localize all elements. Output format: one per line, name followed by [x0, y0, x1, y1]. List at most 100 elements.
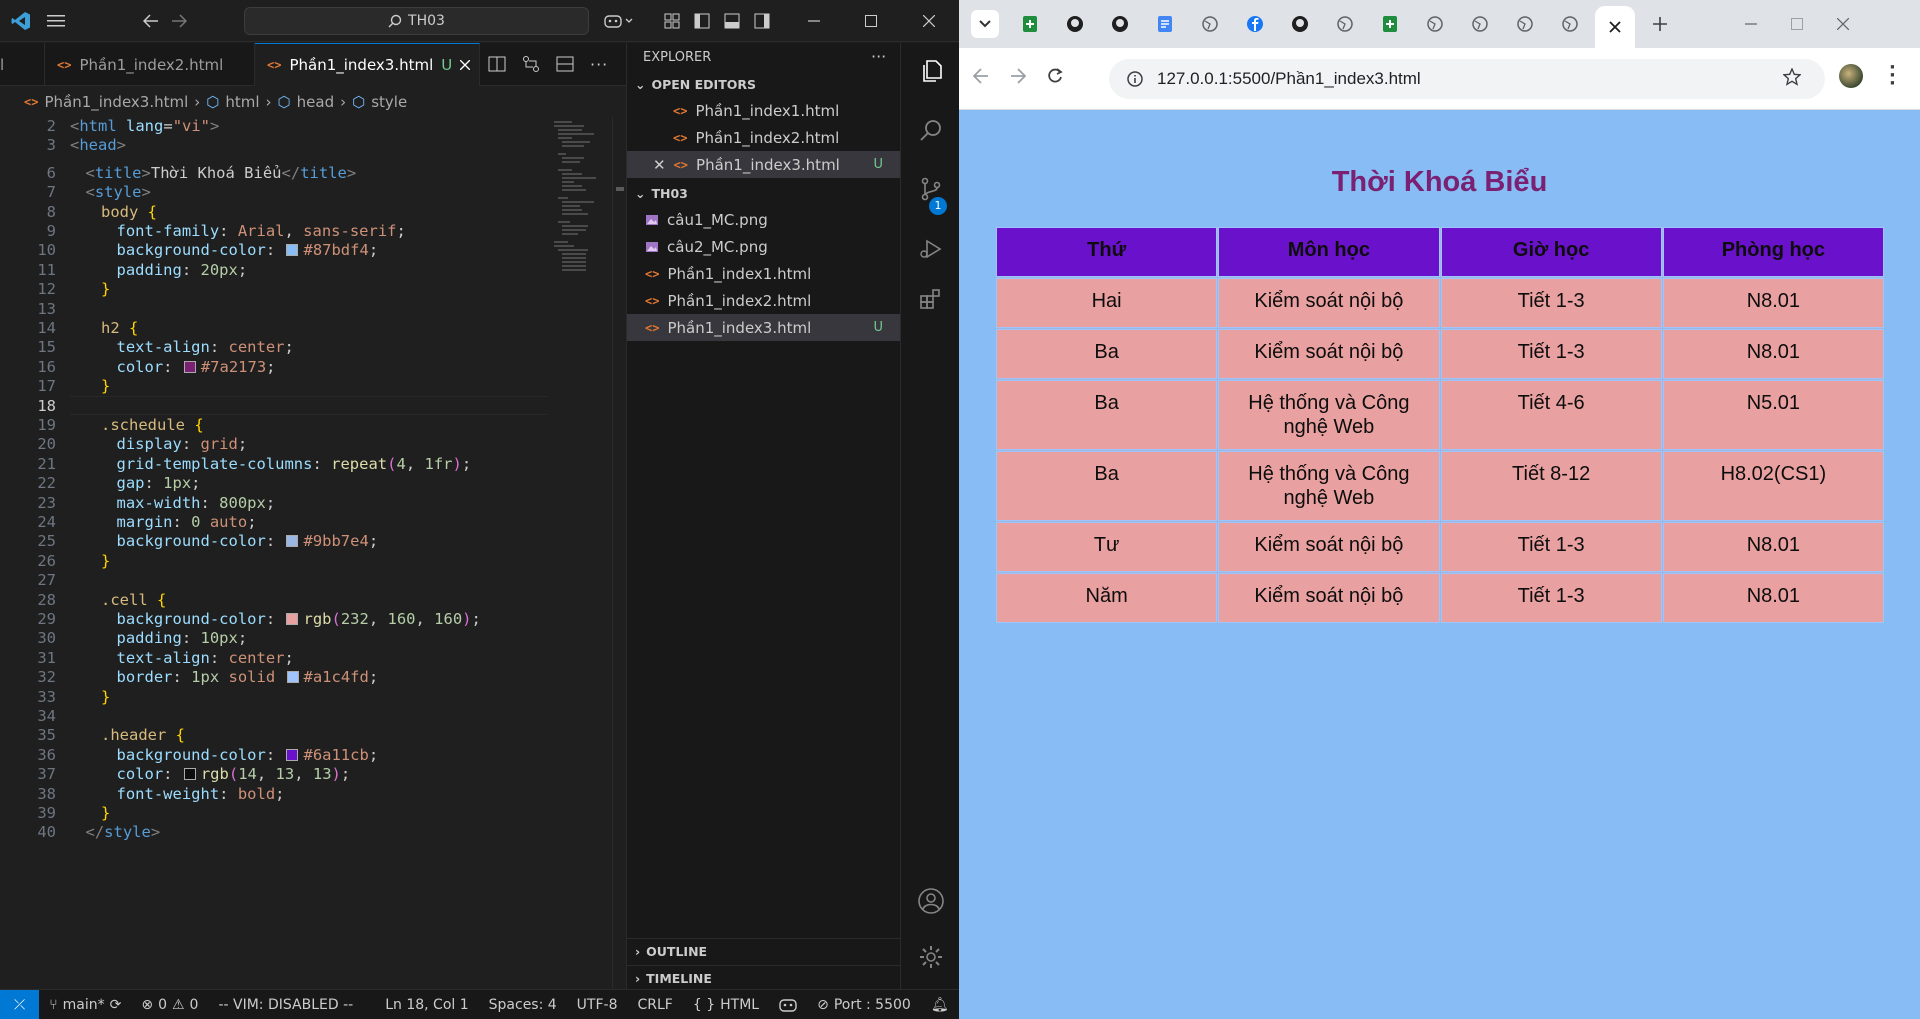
code-line: text-align: center; [116, 648, 294, 667]
forward-arrow-icon[interactable] [168, 10, 190, 32]
tab-sheets-icon[interactable] [1378, 12, 1402, 36]
toggle-primary-sidebar-icon[interactable] [691, 10, 713, 32]
minimize-icon[interactable] [1739, 12, 1763, 36]
tab-docs-icon[interactable] [1153, 12, 1177, 36]
tab-globe-icon[interactable] [1198, 12, 1222, 36]
explorer-icon[interactable] [915, 55, 947, 87]
color-swatch[interactable] [286, 748, 299, 761]
open-changes-icon[interactable] [522, 55, 540, 73]
command-center-label: TH03 [408, 13, 445, 29]
file-item[interactable]: <> Phần1_index2.html [627, 287, 901, 314]
color-swatch[interactable] [286, 613, 299, 625]
tab-close-icon[interactable] [460, 60, 471, 70]
tab-globe-icon[interactable] [1423, 12, 1447, 36]
active-tab[interactable] [1595, 6, 1635, 48]
extensions-icon[interactable] [915, 283, 947, 315]
end-of-line[interactable]: CRLF [627, 997, 682, 1013]
folder-section[interactable]: ⌄ TH03 [627, 180, 901, 206]
run-debug-icon[interactable] [915, 233, 947, 265]
breadcrumb-file[interactable]: Phần1_index3.html [44, 93, 188, 111]
breadcrumb-head[interactable]: head [297, 93, 334, 111]
code-editor[interactable]: 2 <html lang="vi"> 3 <head> 6 <title>Thời Kho… [0, 117, 548, 989]
line-number: 33 [37, 687, 56, 706]
close-icon[interactable] [1831, 12, 1855, 36]
address-bar[interactable]: 127.0.0.1:5500/Phần1_index3.html [1109, 59, 1825, 99]
tab-globe-icon[interactable] [1513, 12, 1537, 36]
maximize-icon[interactable] [1785, 12, 1809, 36]
open-editor-item[interactable]: <> Phần1_index2.html [627, 124, 901, 151]
command-center[interactable]: TH03 [244, 7, 589, 35]
copilot-status-icon[interactable] [769, 998, 807, 1012]
file-item[interactable]: câu1_MC.png [627, 206, 901, 233]
notifications-bell-icon[interactable]: 🔔︎ [921, 997, 959, 1013]
branch-indicator[interactable]: ⑂ main* ⟳ [39, 997, 131, 1013]
open-preview-icon[interactable] [488, 55, 506, 73]
account-icon[interactable] [915, 885, 947, 917]
settings-gear-icon[interactable] [915, 941, 947, 973]
breadcrumb-html[interactable]: html [225, 93, 259, 111]
search-icon[interactable] [915, 115, 947, 147]
tab-index2[interactable]: <> Phần1_index2.html [45, 43, 255, 86]
line-number: 22 [37, 474, 56, 493]
color-swatch[interactable] [183, 768, 196, 781]
tab-close-icon[interactable] [1609, 21, 1621, 33]
tab-sheets-icon[interactable] [1018, 12, 1042, 36]
error-icon: ⊗ [141, 996, 154, 1013]
breadcrumb-style[interactable]: style [371, 93, 407, 111]
new-tab-icon[interactable] [1648, 12, 1672, 36]
tab-facebook-icon[interactable] [1243, 12, 1267, 36]
site-info-icon[interactable] [1127, 71, 1143, 87]
close-icon[interactable] [918, 10, 940, 32]
reload-icon[interactable] [1047, 68, 1063, 84]
menu-icon[interactable] [45, 10, 67, 32]
close-editor-icon[interactable]: ✕ [653, 156, 666, 174]
back-arrow-icon[interactable] [140, 10, 162, 32]
profile-avatar[interactable] [1839, 64, 1863, 88]
file-item[interactable]: <> Phần1_index1.html [627, 260, 901, 287]
language-mode[interactable]: { } HTML [683, 997, 769, 1013]
outline-section[interactable]: › OUTLINE [627, 938, 901, 964]
cursor-position[interactable]: Ln 18, Col 1 [375, 997, 478, 1013]
remote-indicator[interactable]: ⤫ [0, 989, 40, 1019]
open-editor-item-active[interactable]: ✕ <> Phần1_index3.html U [627, 151, 901, 178]
live-server-port[interactable]: ⊘ Port : 5500 [807, 997, 921, 1013]
line-number: 24 [37, 513, 56, 531]
tab-github-icon[interactable] [1288, 12, 1312, 36]
tab-github-icon[interactable] [1063, 12, 1087, 36]
tab-overflow[interactable]: l [0, 43, 45, 86]
timeline-section[interactable]: › TIMELINE [627, 965, 901, 991]
file-item[interactable]: câu2_MC.png [627, 233, 901, 260]
chrome-menu-icon[interactable]: · · · [1889, 59, 1896, 93]
maximize-icon[interactable] [860, 10, 882, 32]
color-swatch[interactable] [286, 535, 299, 548]
color-swatch[interactable] [286, 671, 299, 684]
file-item-active[interactable]: <> Phần1_index3.html U [627, 314, 901, 341]
tab-index3[interactable]: <> Phần1_index3.html U [255, 43, 480, 86]
copilot-icon[interactable] [602, 10, 636, 32]
color-swatch[interactable] [183, 360, 196, 373]
forward-arrow-icon[interactable] [1010, 68, 1026, 84]
back-arrow-icon[interactable] [973, 68, 989, 84]
more-actions-icon[interactable]: ··· [590, 55, 608, 74]
tab-github-icon[interactable] [1108, 12, 1132, 36]
tab-globe-icon[interactable] [1558, 12, 1582, 36]
customize-layout-icon[interactable] [661, 10, 683, 32]
color-swatch[interactable] [286, 244, 299, 257]
split-editor-icon[interactable] [556, 55, 574, 73]
toggle-panel-icon[interactable] [721, 10, 743, 32]
open-editor-item[interactable]: <> Phần1_index1.html [627, 97, 901, 124]
tab-globe-icon[interactable] [1333, 12, 1357, 36]
editor-scrollbar[interactable] [612, 117, 626, 989]
bookmark-star-icon[interactable] [1783, 68, 1801, 86]
tab-search-icon[interactable] [971, 10, 999, 38]
minimap[interactable] [548, 117, 612, 989]
indentation[interactable]: Spaces: 4 [479, 997, 567, 1013]
minimize-icon[interactable] [803, 10, 825, 32]
vim-status[interactable]: -- VIM: DISABLED -- [208, 997, 363, 1013]
open-editors-section[interactable]: ⌄ OPEN EDITORS [627, 71, 901, 97]
explorer-more-icon[interactable]: ··· [871, 47, 886, 66]
toggle-secondary-sidebar-icon[interactable] [751, 10, 773, 32]
tab-globe-icon[interactable] [1468, 12, 1492, 36]
encoding[interactable]: UTF-8 [567, 997, 628, 1013]
problems-indicator[interactable]: ⊗ 0 ⚠ 0 [131, 997, 208, 1013]
